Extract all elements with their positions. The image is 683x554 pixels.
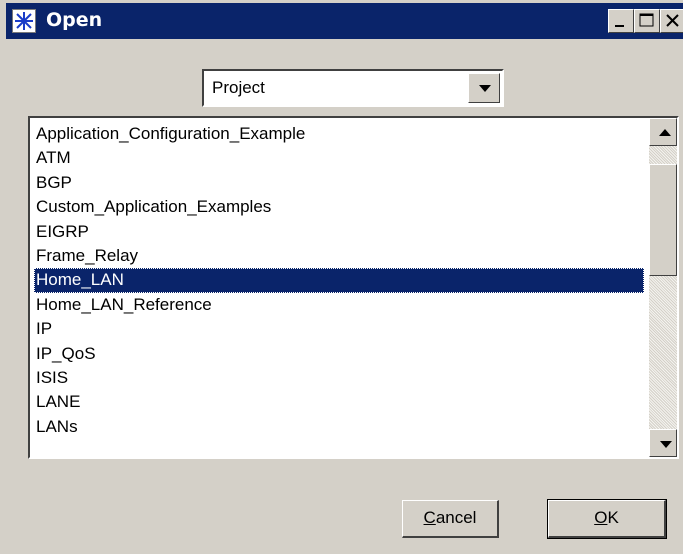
star-app-icon bbox=[12, 9, 36, 33]
close-icon bbox=[666, 14, 679, 27]
list-item[interactable]: IP bbox=[34, 317, 644, 341]
window-title: Open bbox=[46, 9, 103, 31]
list-item[interactable]: EIGRP bbox=[34, 220, 644, 244]
arrow-up-icon bbox=[659, 129, 671, 136]
list-item[interactable]: LANs bbox=[34, 415, 644, 439]
dropdown-button[interactable] bbox=[468, 73, 500, 103]
scroll-down-button[interactable] bbox=[649, 429, 677, 457]
list-item[interactable]: BGP bbox=[34, 171, 644, 195]
chevron-down-icon bbox=[479, 85, 491, 92]
project-list: Application_Configuration_Example ATM BGP C… bbox=[34, 122, 644, 439]
cancel-label: ancel bbox=[435, 508, 477, 527]
cancel-accel: C bbox=[423, 508, 436, 527]
project-listbox[interactable]: Application_Configuration_Example ATM BGP C… bbox=[28, 116, 679, 459]
ok-label: K bbox=[607, 508, 619, 527]
type-filter-select[interactable]: Project bbox=[202, 69, 504, 107]
title-bar[interactable]: Open bbox=[6, 3, 683, 39]
list-item[interactable]: Application_Configuration_Example bbox=[34, 122, 644, 146]
list-item[interactable]: ATM bbox=[34, 146, 644, 170]
minimize-icon bbox=[615, 25, 624, 27]
arrow-down-icon bbox=[660, 441, 672, 448]
ok-accel: O bbox=[594, 508, 608, 527]
list-item[interactable]: ISIS bbox=[34, 366, 644, 390]
open-dialog: Open Project Application_Configuration_E… bbox=[0, 0, 683, 554]
list-item[interactable]: LANE bbox=[34, 390, 644, 414]
minimize-button[interactable] bbox=[608, 9, 634, 33]
scroll-up-button[interactable] bbox=[649, 118, 677, 146]
ok-button[interactable]: OK bbox=[547, 499, 667, 539]
list-item[interactable]: Frame_Relay bbox=[34, 244, 644, 268]
cancel-button[interactable]: Cancel bbox=[402, 500, 499, 538]
maximize-button[interactable] bbox=[634, 9, 660, 33]
list-item[interactable]: Home_LAN_Reference bbox=[34, 293, 644, 317]
vertical-scrollbar[interactable] bbox=[649, 118, 677, 457]
scroll-thumb[interactable] bbox=[649, 164, 677, 276]
close-button[interactable] bbox=[660, 9, 683, 33]
maximize-icon bbox=[639, 13, 654, 27]
list-item[interactable]: Home_LAN bbox=[34, 268, 644, 293]
type-filter-value: Project bbox=[212, 78, 265, 97]
list-item[interactable]: Custom_Application_Examples bbox=[34, 195, 644, 219]
list-item[interactable]: IP_QoS bbox=[34, 342, 644, 366]
